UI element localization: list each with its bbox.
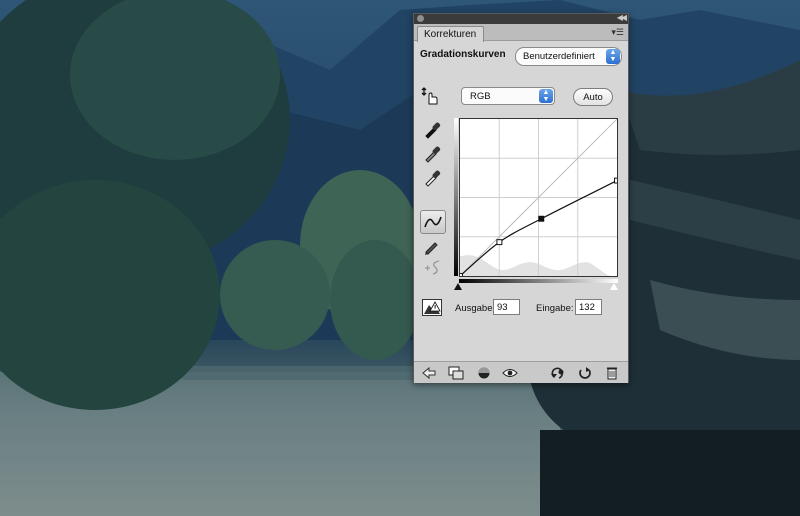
visibility-toggle-icon[interactable]: [476, 366, 492, 380]
black-point-slider[interactable]: [454, 283, 462, 290]
auto-button[interactable]: Auto: [573, 88, 613, 106]
panel-menu-icon[interactable]: ▾☰: [611, 27, 624, 38]
white-point-eyedropper-icon[interactable]: [422, 167, 442, 187]
curve-point-selected[interactable]: [538, 215, 545, 222]
input-field[interactable]: 132: [575, 299, 602, 315]
tree-middle-3: [330, 240, 420, 360]
curve-point[interactable]: [496, 239, 503, 246]
clipping-warning-icon[interactable]: [422, 299, 442, 316]
adjustment-title: Gradationskurven: [420, 49, 506, 60]
tree-middle-2: [220, 240, 330, 350]
trash-icon[interactable]: [604, 366, 620, 380]
adjustments-panel: ◀◀ Korrekturen ▾☰ Gradationskurven Benut…: [413, 13, 629, 383]
tab-korrekturen[interactable]: Korrekturen: [417, 26, 485, 42]
background-photo: [0, 0, 800, 516]
eye-icon[interactable]: [502, 366, 518, 380]
channel-value: RGB: [470, 91, 491, 102]
preset-value: Benutzerdefiniert: [523, 51, 595, 62]
curve-point[interactable]: [459, 273, 463, 277]
tab-row: Korrekturen ▾☰: [414, 24, 628, 42]
panel-titlebar[interactable]: ◀◀: [414, 13, 628, 24]
collapse-icon[interactable]: ◀◀: [617, 13, 627, 22]
channel-select[interactable]: RGB ▲ ▼: [461, 87, 555, 105]
clip-to-layer-icon[interactable]: [448, 366, 464, 380]
input-label: Eingabe:: [536, 303, 574, 314]
close-icon[interactable]: [417, 15, 424, 22]
curve-point[interactable]: [614, 177, 618, 184]
pencil-draw-icon[interactable]: [422, 236, 442, 256]
output-label: Ausgabe:: [455, 303, 496, 314]
chevron-updown-icon: ▲ ▼: [606, 49, 620, 64]
back-arrow-icon[interactable]: [421, 366, 437, 380]
previous-state-icon[interactable]: [550, 366, 566, 380]
on-image-adjust-icon[interactable]: [420, 86, 440, 106]
input-gradient-bar: [459, 279, 618, 283]
curve-editor: [454, 118, 620, 290]
black-point-eyedropper-icon[interactable]: [422, 119, 442, 139]
output-gradient-bar: [454, 118, 458, 276]
curve-points-icon[interactable]: [420, 210, 446, 234]
reset-icon[interactable]: [577, 366, 593, 380]
smooth-curve-icon[interactable]: [422, 258, 442, 278]
curve-graph[interactable]: [459, 118, 618, 277]
preset-select[interactable]: Benutzerdefiniert ▲ ▼: [515, 47, 622, 66]
white-point-slider[interactable]: [610, 283, 618, 290]
panel-footer: [414, 361, 628, 383]
output-field[interactable]: 93: [493, 299, 520, 315]
gray-point-eyedropper-icon[interactable]: [422, 143, 442, 163]
chevron-updown-icon: ▲ ▼: [539, 89, 553, 103]
